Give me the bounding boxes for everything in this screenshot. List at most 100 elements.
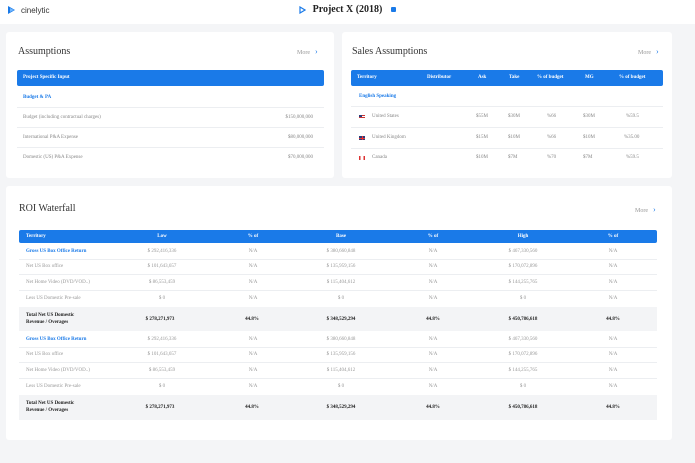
pct-value: N/A [428, 368, 438, 373]
col-pct-2: % of [427, 234, 439, 239]
pct-value: N/A [248, 296, 258, 301]
col-pct-1: % of [247, 234, 259, 239]
row-label: Net Home Video (DVD/VOD..) [26, 368, 90, 373]
row-value: $150,000,000 [285, 115, 314, 120]
mg: $7M [583, 155, 593, 160]
base-value: $ 348,529,294 [326, 405, 356, 410]
project-badge-icon[interactable] [390, 7, 396, 13]
low-value: $ 292,416,336 [147, 337, 177, 342]
high-value: $ 450,786,618 [508, 317, 538, 322]
row-label: Gross US Box Office Return [26, 337, 87, 342]
base-value: $ 0 [337, 384, 345, 389]
col-pct-budget: % of budget [537, 75, 564, 80]
divider [17, 147, 324, 148]
pct-value: N/A [608, 337, 618, 342]
row-label: Less US Domestic Pre-sale [26, 384, 81, 389]
col-territory: Territory [26, 234, 46, 239]
roi-more-link[interactable]: More › [635, 205, 656, 214]
pct-value: N/A [248, 352, 258, 357]
mg: $30M [583, 114, 595, 119]
take: $30M [508, 114, 520, 119]
base-value: $ 348,529,294 [326, 317, 356, 322]
project-title-bar: Project X (2018) [0, 4, 695, 15]
sales-more-link[interactable]: More › [638, 47, 659, 56]
total-row: Total Net US Domestic Revenue / Overages… [19, 307, 657, 331]
low-value: $ 292,416,336 [147, 249, 177, 254]
col-pct-3: % of [607, 234, 619, 239]
divider [19, 347, 657, 348]
divider [19, 378, 657, 379]
col-mg: MG [585, 75, 594, 80]
table-row: Gross US Box Office Return $ 292,416,336… [19, 249, 657, 257]
sales-title: Sales Assumptions [352, 46, 428, 57]
play-icon[interactable] [299, 5, 307, 14]
divider [19, 274, 657, 275]
assumptions-card: Assumptions More › Project Specific Input… [6, 32, 334, 178]
pct-budget-2: %59.5 [626, 114, 639, 119]
budget-section-label: Budget & PA [23, 95, 52, 100]
more-label: More [635, 208, 648, 214]
project-input-header: Project Specific Input [17, 70, 324, 86]
mg: $10M [583, 135, 595, 140]
row-label: Domestic (US) P&A Expense [23, 155, 83, 160]
sales-row: United Kingdom $15M $10M %66 $10M %35.00 [351, 135, 663, 143]
pct-value: N/A [608, 280, 618, 285]
pct-value: N/A [608, 352, 618, 357]
divider [19, 259, 657, 260]
row-value: $80,000,000 [288, 135, 313, 140]
high-value: $ 0 [519, 384, 527, 389]
base-value: $ 115,404,612 [326, 280, 356, 285]
base-value: $ 380,660,848 [326, 249, 356, 254]
roi-title: ROI Waterfall [19, 203, 76, 214]
total-label-2: Revenue / Overages [26, 320, 69, 325]
high-value: $ 450,786,618 [508, 405, 538, 410]
divider [351, 127, 663, 128]
row-label: Net Home Video (DVD/VOD..) [26, 280, 90, 285]
col-distributor: Distributor [427, 75, 452, 80]
base-value: $ 135,959,156 [326, 264, 356, 269]
col-base: Base [336, 234, 346, 239]
col-ask: Ask [478, 75, 487, 80]
low-value: $ 278,271,973 [145, 405, 175, 410]
pct-value: 44.8% [245, 405, 259, 410]
pct-budget-2: %59.5 [626, 155, 639, 160]
pct-value: 44.8% [245, 317, 259, 322]
table-row: Less US Domestic Pre-sale $ 0 N/A $ 0 N/… [19, 296, 657, 304]
pct-value: N/A [428, 384, 438, 389]
high-value: $ 144,255,765 [508, 280, 538, 285]
table-row: Less US Domestic Pre-sale $ 0 N/A $ 0 N/… [19, 384, 657, 392]
pct-value: N/A [248, 337, 258, 342]
pct-value: 44.8% [606, 317, 620, 322]
base-value: $ 115,404,612 [326, 368, 356, 373]
pct-value: N/A [608, 296, 618, 301]
pct-value: N/A [428, 264, 438, 269]
low-value: $ 86,553,459 [148, 280, 176, 285]
assumption-row: Budget (including contractual charges) $… [23, 115, 313, 120]
high-value: $ 467,330,560 [508, 249, 538, 254]
pct-value: N/A [248, 368, 258, 373]
row-value: $70,000,000 [288, 155, 313, 160]
take: $10M [508, 135, 520, 140]
assumptions-more-link[interactable]: More › [297, 47, 318, 56]
low-value: $ 86,553,459 [148, 368, 176, 373]
base-value: $ 380,660,848 [326, 337, 356, 342]
sales-row: United States $55M $30M %66 $30M %59.5 [351, 114, 663, 122]
row-label: Gross US Box Office Return [26, 249, 87, 254]
divider [351, 106, 663, 107]
table-row: Net US Box office $ 101,643,657 N/A $ 13… [19, 352, 657, 360]
roi-table-header: Territory Low % of Base % of High % of [19, 230, 657, 243]
sales-row: Canada $10M $7M %70 $7M %59.5 [351, 155, 663, 163]
take: $7M [508, 155, 518, 160]
pct-budget: %66 [547, 114, 557, 119]
more-label: More [638, 50, 651, 56]
row-label: Less US Domestic Pre-sale [26, 296, 81, 301]
col-take: Take [509, 75, 520, 80]
ask: $55M [476, 114, 488, 119]
divider [19, 290, 657, 291]
project-input-label: Project Specific Input [23, 75, 70, 80]
high-value: $ 0 [519, 296, 527, 301]
row-label: Budget (including contractual charges) [23, 115, 101, 120]
table-row: Gross US Box Office Return $ 292,416,336… [19, 337, 657, 345]
pct-value: N/A [248, 264, 258, 269]
pct-value: N/A [608, 249, 618, 254]
